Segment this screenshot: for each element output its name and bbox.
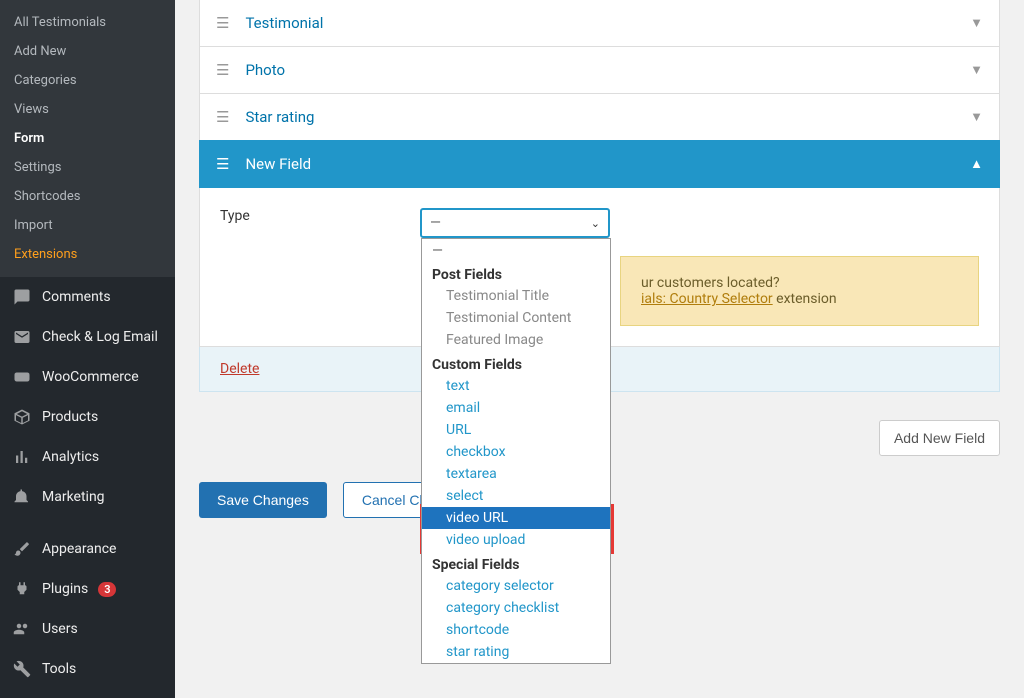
woo-icon [12, 367, 32, 387]
brush-icon [12, 539, 32, 559]
sidebar-item-products[interactable]: Products [0, 397, 175, 437]
sidebar-item-label: Check & Log Email [42, 329, 158, 345]
notice-line2: extension [773, 291, 837, 307]
sidebar-item-appearance[interactable]: Appearance [0, 529, 175, 569]
save-button[interactable]: Save Changes [199, 482, 327, 518]
sidebar-item-woocommerce[interactable]: WooCommerce [0, 357, 175, 397]
sidebar-item-label: Analytics [42, 449, 99, 465]
sidebar-item-label: Comments [42, 289, 111, 305]
dropdown-option-star-rating[interactable]: star rating [422, 641, 610, 663]
type-select[interactable]: — ⌄ [420, 208, 610, 238]
sidebar-subitem-shortcodes[interactable]: Shortcodes [0, 182, 175, 211]
dropdown-option-none[interactable]: — [422, 239, 610, 261]
dropdown-option-testimonial-content: Testimonial Content [422, 307, 610, 329]
type-dropdown[interactable]: —Post FieldsTestimonial TitleTestimonial… [421, 238, 611, 664]
drag-icon[interactable]: ☰ [216, 61, 229, 79]
chevron-down-icon: ⌄ [591, 217, 600, 230]
sidebar-subitem-import[interactable]: Import [0, 211, 175, 240]
dropdown-option-textarea[interactable]: textarea [422, 463, 610, 485]
sidebar-item-users[interactable]: Users [0, 609, 175, 649]
dropdown-option-category-selector[interactable]: category selector [422, 575, 610, 597]
chart-icon [12, 447, 32, 467]
add-new-field-button[interactable]: Add New Field [879, 420, 1000, 456]
megaphone-icon [12, 487, 32, 507]
update-badge: 3 [98, 582, 116, 597]
accordion-testimonial[interactable]: ☰ Testimonial ▼ [199, 0, 1000, 47]
accordion-new-field[interactable]: ☰ New Field ▲ [199, 140, 1000, 188]
drag-icon[interactable]: ☰ [216, 108, 229, 126]
type-label: Type [220, 208, 420, 224]
notice-line1: ur customers located? [641, 275, 780, 291]
accordion-star-rating[interactable]: ☰ Star rating ▼ [199, 93, 1000, 141]
dropdown-option-url[interactable]: URL [422, 419, 610, 441]
users-icon [12, 619, 32, 639]
accordion-title: Photo [245, 61, 285, 79]
dropdown-option-select[interactable]: select [422, 485, 610, 507]
admin-sidebar: All TestimonialsAdd NewCategoriesViewsFo… [0, 0, 175, 698]
sidebar-subitems: All TestimonialsAdd NewCategoriesViewsFo… [0, 0, 175, 277]
sidebar-subitem-form[interactable]: Form [0, 124, 175, 153]
dropdown-option-video-upload[interactable]: video upload [422, 529, 610, 551]
sidebar-item-label: Marketing [42, 489, 105, 505]
drag-icon[interactable]: ☰ [216, 14, 229, 32]
wrench-icon [12, 659, 32, 679]
dropdown-option-featured-image: Featured Image [422, 329, 610, 351]
box-icon [12, 407, 32, 427]
sidebar-subitem-settings[interactable]: Settings [0, 153, 175, 182]
dropdown-option-shortcode[interactable]: shortcode [422, 619, 610, 641]
chevron-down-icon: ▼ [970, 15, 983, 31]
sidebar-item-plugins[interactable]: Plugins 3 [0, 569, 175, 609]
sidebar-item-label: Users [42, 621, 78, 637]
sidebar-item-label: Products [42, 409, 98, 425]
sidebar-item-label: Tools [42, 661, 76, 677]
sidebar-item-label: WooCommerce [42, 369, 139, 385]
sidebar-subitem-all-testimonials[interactable]: All Testimonials [0, 8, 175, 37]
dropdown-group-label: Custom Fields [422, 351, 610, 375]
sidebar-subitem-add-new[interactable]: Add New [0, 37, 175, 66]
dropdown-option-text[interactable]: text [422, 375, 610, 397]
sidebar-subitem-categories[interactable]: Categories [0, 66, 175, 95]
delete-link[interactable]: Delete [220, 361, 259, 377]
accordion-title: New Field [245, 155, 311, 173]
accordion-title: Star rating [245, 108, 314, 126]
sidebar-subitem-views[interactable]: Views [0, 95, 175, 124]
sidebar-item-label: Appearance [42, 541, 116, 557]
chevron-up-icon: ▲ [970, 156, 983, 172]
accordion-title: Testimonial [245, 14, 323, 32]
dropdown-option-testimonial-title: Testimonial Title [422, 285, 610, 307]
accordion-photo[interactable]: ☰ Photo ▼ [199, 46, 1000, 94]
drag-icon[interactable]: ☰ [216, 155, 229, 173]
sidebar-item-analytics[interactable]: Analytics [0, 437, 175, 477]
sidebar-subitem-extensions[interactable]: Extensions [0, 240, 175, 269]
new-field-panel: Type — ⌄ ur customers located? ials: Cou… [199, 188, 1000, 347]
dropdown-option-category-checklist[interactable]: category checklist [422, 597, 610, 619]
extension-notice: ur customers located? ials: Country Sele… [620, 256, 979, 326]
sidebar-item-tools[interactable]: Tools [0, 649, 175, 689]
sidebar-item-comments[interactable]: Comments [0, 277, 175, 317]
sidebar-item-check-log-email[interactable]: Check & Log Email [0, 317, 175, 357]
sidebar-mainmenu: Comments Check & Log Email WooCommerce Prod… [0, 277, 175, 689]
dropdown-group-label: Special Fields [422, 551, 610, 575]
main-content: ☰ Testimonial ▼ ☰ Photo ▼ ☰ Star rating … [175, 0, 1024, 698]
chevron-down-icon: ▼ [970, 62, 983, 78]
dropdown-option-video-url[interactable]: video URL [422, 507, 610, 529]
chevron-down-icon: ▼ [970, 109, 983, 125]
dropdown-group-label: Post Fields [422, 261, 610, 285]
type-select-value: — [430, 215, 441, 231]
sidebar-item-marketing[interactable]: Marketing [0, 477, 175, 517]
dropdown-option-checkbox[interactable]: checkbox [422, 441, 610, 463]
dropdown-option-email[interactable]: email [422, 397, 610, 419]
plug-icon [12, 579, 32, 599]
mail-icon [12, 327, 32, 347]
notice-link[interactable]: ials: Country Selector [641, 291, 773, 307]
sidebar-item-label: Plugins [42, 581, 88, 597]
comment-icon [12, 287, 32, 307]
